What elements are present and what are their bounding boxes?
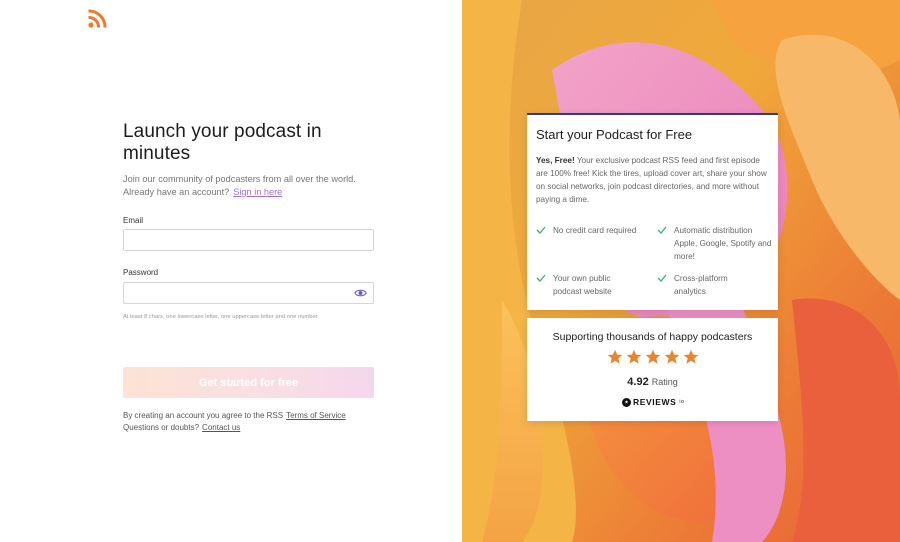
star-icon xyxy=(607,349,623,364)
reviews-io-logo[interactable]: REVIEWS io xyxy=(622,397,685,407)
signin-link[interactable]: Sign in here xyxy=(233,187,282,197)
password-hint: At least 8 chars, one lowercase letter, … xyxy=(123,314,318,320)
promo-body: Yes, Free! Your exclusive podcast RSS fe… xyxy=(536,154,768,206)
feature-item: Your own public podcast website xyxy=(553,274,612,296)
get-started-button[interactable]: Get started for free xyxy=(123,367,374,398)
questions-text: Questions or doubts? xyxy=(123,423,200,432)
terms-block: By creating an account you agree to the … xyxy=(123,410,383,434)
star-icon xyxy=(645,349,661,364)
terms-of-service-link[interactable]: Terms of Service xyxy=(286,411,346,420)
password-field[interactable] xyxy=(123,282,374,304)
star-icon xyxy=(626,349,642,364)
reviews-brand-suffix: io xyxy=(679,399,685,405)
reviews-title: Supporting thousands of happy podcasters xyxy=(552,331,753,343)
check-icon xyxy=(536,226,546,234)
email-label: Email xyxy=(123,216,144,225)
star-rating xyxy=(607,349,699,367)
rating-value: 4.92 xyxy=(627,376,649,388)
star-icon xyxy=(664,349,680,364)
feature-item: No credit card required xyxy=(553,226,637,235)
contact-row: Questions or doubts? Contact us xyxy=(123,422,383,434)
check-icon xyxy=(657,226,667,234)
terms-row: By creating an account you agree to the … xyxy=(123,410,383,422)
page-title: Launch your podcast in minutes xyxy=(123,121,322,164)
check-icon xyxy=(657,274,667,282)
contact-us-link[interactable]: Contact us xyxy=(202,423,240,432)
signup-intro: Join our community of podcasters from al… xyxy=(123,173,383,199)
reviews-star-icon xyxy=(622,397,631,407)
rating-row: 4.92 Rating xyxy=(527,376,778,388)
feature-item: Cross-platform analytics xyxy=(674,274,728,296)
have-account-text: Already have an account? xyxy=(123,187,230,197)
terms-text: By creating an account you agree to the … xyxy=(123,411,284,420)
reviews-card: Supporting thousands of happy podcasters… xyxy=(527,318,778,421)
feature-item: Automatic distribution Apple, Google, Sp… xyxy=(674,226,772,261)
reviews-brand: REVIEWS xyxy=(633,397,677,407)
show-password-icon[interactable] xyxy=(354,287,367,299)
intro-text: Join our community of podcasters from al… xyxy=(123,174,356,184)
check-icon xyxy=(536,274,546,282)
rss-logo-icon[interactable] xyxy=(87,9,107,29)
email-field[interactable] xyxy=(123,229,374,251)
promo-title: Start your Podcast for Free xyxy=(536,127,693,142)
promo-card: Start your Podcast for Free Yes, Free! Y… xyxy=(527,113,778,310)
rating-label: Rating xyxy=(651,377,678,387)
signin-row: Already have an account? Sign in here xyxy=(123,186,383,199)
star-icon xyxy=(683,349,699,364)
promo-lead: Yes, Free! xyxy=(536,156,575,165)
password-label: Password xyxy=(123,268,159,277)
